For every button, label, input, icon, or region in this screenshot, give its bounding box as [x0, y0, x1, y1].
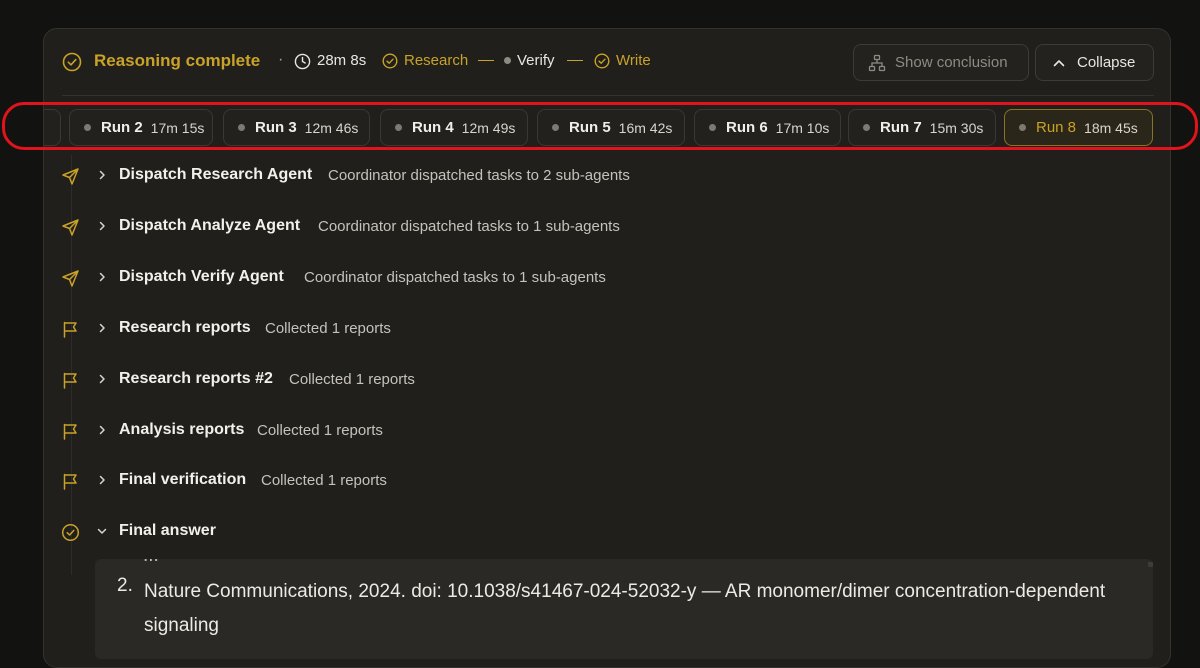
- send-icon: [62, 219, 79, 236]
- run-time: 15m 30s: [929, 119, 984, 136]
- button-label: Show conclusion: [895, 54, 1008, 71]
- run-time: 12m 46s: [304, 119, 359, 136]
- stage-connector: [478, 60, 494, 61]
- list-item-text: Nature Communications, 2024. doi: 10.103…: [144, 581, 1106, 636]
- step-title: Dispatch Analyze Agent: [119, 217, 301, 234]
- stage-label: Verify: [517, 52, 555, 69]
- flag-icon: [63, 473, 77, 490]
- collapse-button[interactable]: Collapse: [1035, 44, 1154, 81]
- step-final-verification[interactable]: Final verification Collected 1 reports: [0, 468, 1100, 494]
- run-tab-2[interactable]: Run 2 17m 15s: [69, 109, 213, 146]
- run-name: Run 7: [880, 119, 922, 136]
- stage-research: Research: [382, 52, 468, 69]
- status-dot-icon: [238, 124, 245, 131]
- chevron-right-icon[interactable]: [96, 271, 108, 283]
- header-divider: [62, 95, 1154, 96]
- chevron-right-icon[interactable]: [96, 322, 108, 334]
- chevron-down-icon[interactable]: [96, 525, 108, 537]
- stage-verify: Verify: [504, 52, 555, 69]
- step-title: Analysis reports: [119, 421, 245, 438]
- run-time: 18m 45s: [1084, 119, 1138, 136]
- run-name: Run 4: [412, 119, 454, 136]
- step-title: Dispatch Research Agent: [119, 166, 313, 183]
- panel-header: Reasoning complete · 28m 8s Research Ver…: [44, 29, 1170, 95]
- status-title: Reasoning complete: [94, 51, 261, 70]
- separator-dot: ·: [278, 51, 284, 68]
- elapsed-time: 28m 8s: [317, 52, 367, 69]
- chevron-right-icon[interactable]: [96, 220, 108, 232]
- step-title: Research reports #2: [119, 370, 273, 387]
- run-name: Run 5: [569, 119, 611, 136]
- run-time: 16m 42s: [618, 119, 673, 136]
- check-circle-icon: [62, 52, 82, 72]
- step-title: Final verification: [119, 471, 247, 488]
- stage-connector: [567, 60, 583, 61]
- run-tab-6[interactable]: Run 6 17m 10s: [694, 109, 841, 146]
- check-circle-icon: [61, 523, 80, 542]
- step-description: Collected 1 reports: [289, 371, 415, 388]
- step-description: Collected 1 reports: [257, 422, 383, 439]
- step-description: Coordinator dispatched tasks to 1 sub-ag…: [304, 269, 606, 286]
- step-title: Final answer: [119, 522, 216, 539]
- flag-icon: [63, 423, 77, 440]
- hierarchy-icon: [868, 54, 886, 71]
- step-description: Coordinator dispatched tasks to 1 sub-ag…: [318, 218, 620, 235]
- run-name: Run 3: [255, 119, 297, 136]
- step-analysis-reports[interactable]: Analysis reports Collected 1 reports: [0, 418, 1100, 444]
- flag-icon: [63, 321, 77, 338]
- step-dispatch-research[interactable]: Dispatch Research Agent Coordinator disp…: [0, 163, 1100, 189]
- check-circle-icon: [382, 52, 398, 69]
- status-dot-icon: [395, 124, 402, 131]
- step-research-reports-2[interactable]: Research reports #2 Collected 1 reports: [0, 367, 1100, 393]
- clipped-text: ...: [143, 559, 159, 567]
- step-research-reports[interactable]: Research reports Collected 1 reports: [0, 316, 1100, 342]
- stage-write: Write: [594, 52, 651, 69]
- run-tab-4[interactable]: Run 4 12m 49s: [380, 109, 528, 146]
- run-name: Run 8: [1036, 119, 1077, 136]
- run-tabs: Run 2 17m 15s Run 3 12m 46s Run 4 12m 49…: [44, 109, 1170, 146]
- step-description: Collected 1 reports: [265, 320, 391, 337]
- flag-icon: [63, 372, 77, 389]
- run-time: 12m 49s: [461, 119, 516, 136]
- status-dot-icon: [552, 124, 559, 131]
- step-final-answer[interactable]: Final answer: [0, 519, 1100, 545]
- step-title: Research reports: [119, 319, 251, 336]
- run-time: 17m 15s: [150, 119, 205, 136]
- status-dot-icon: [709, 124, 716, 131]
- clock-icon: [294, 53, 311, 70]
- step-dispatch-verify[interactable]: Dispatch Verify Agent Coordinator dispat…: [0, 265, 1100, 291]
- stage-label: Research: [404, 52, 469, 69]
- check-circle-icon: [594, 52, 610, 69]
- step-dispatch-analyze[interactable]: Dispatch Analyze Agent Coordinator dispa…: [0, 214, 1100, 240]
- chevron-right-icon[interactable]: [96, 373, 108, 385]
- final-answer-content: ... 2. Nature Communications, 2024. doi:…: [95, 559, 1153, 659]
- list-number: 2.: [117, 575, 133, 596]
- status-dot-icon: [1019, 124, 1026, 131]
- button-label: Collapse: [1077, 54, 1136, 71]
- status-dot-icon: [863, 124, 870, 131]
- run-name: Run 2: [101, 119, 143, 136]
- chevron-up-icon: [1053, 59, 1065, 66]
- run-tab-8[interactable]: Run 8 18m 45s: [1004, 109, 1153, 146]
- run-tab-partial[interactable]: [44, 109, 61, 146]
- scrollbar-thumb[interactable]: [1148, 562, 1153, 567]
- run-tab-5[interactable]: Run 5 16m 42s: [537, 109, 685, 146]
- step-description: Coordinator dispatched tasks to 2 sub-ag…: [328, 167, 630, 184]
- step-title: Dispatch Verify Agent: [119, 268, 284, 285]
- run-time: 17m 10s: [775, 119, 830, 136]
- run-name: Run 6: [726, 119, 768, 136]
- run-tab-3[interactable]: Run 3 12m 46s: [223, 109, 370, 146]
- chevron-right-icon[interactable]: [96, 474, 108, 486]
- stage-label: Write: [616, 52, 651, 69]
- show-conclusion-button[interactable]: Show conclusion: [853, 44, 1029, 81]
- pending-dot-icon: [504, 57, 511, 64]
- send-icon: [62, 270, 79, 287]
- send-icon: [62, 168, 79, 185]
- run-tab-7[interactable]: Run 7 15m 30s: [848, 109, 996, 146]
- chevron-right-icon[interactable]: [96, 169, 108, 181]
- step-description: Collected 1 reports: [261, 472, 387, 489]
- status-dot-icon: [84, 124, 91, 131]
- chevron-right-icon[interactable]: [96, 424, 108, 436]
